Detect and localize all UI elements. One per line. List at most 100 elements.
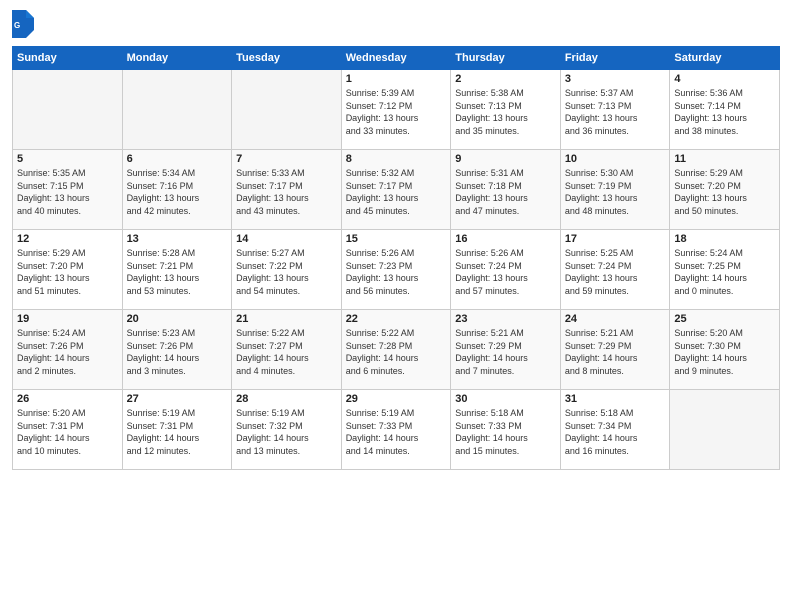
calendar-cell: 20 Sunrise: 5:23 AM Sunset: 7:26 PM Dayli… [122,310,232,390]
day-info: Sunrise: 5:19 AM Sunset: 7:33 PM Dayligh… [346,407,447,457]
calendar-cell: 30Sunrise: 5:18 AM Sunset: 7:33 PM Dayli… [451,390,561,470]
calendar-cell: 18 Sunrise: 5:24 AM Sunset: 7:25 PM Dayli… [670,230,780,310]
day-info: Sunrise: 5:33 AM Sunset: 7:17 PM Dayligh… [236,167,337,217]
day-info: Sunrise: 5:35 AM Sunset: 7:15 PM Dayligh… [17,167,118,217]
calendar-cell: 3 Sunrise: 5:37 AM Sunset: 7:13 PM Daylig… [560,70,670,150]
calendar-cell: 29 Sunrise: 5:19 AM Sunset: 7:33 PM Dayli… [341,390,451,470]
day-info: Sunrise: 5:31 AM Sunset: 7:18 PM Dayligh… [455,167,556,217]
day-info: Sunrise: 5:36 AM Sunset: 7:14 PM Dayligh… [674,87,775,137]
day-info: Sunrise: 5:27 AM Sunset: 7:22 PM Dayligh… [236,247,337,297]
calendar-cell [122,70,232,150]
weekday-header-monday: Monday [122,47,232,70]
day-number: 28 [236,393,337,405]
day-number: 14 [236,233,337,245]
day-number: 11 [674,153,775,165]
calendar-cell [232,70,342,150]
day-info: Sunrise: 5:22 AM Sunset: 7:28 PM Dayligh… [346,327,447,377]
calendar-cell: 10 Sunrise: 5:30 AM Sunset: 7:19 PM Dayli… [560,150,670,230]
day-number: 24 [565,313,666,325]
day-number: 18 [674,233,775,245]
day-info: Sunrise: 5:39 AM Sunset: 7:12 PM Dayligh… [346,87,447,137]
day-number: 7 [236,153,337,165]
logo: G [12,10,34,38]
calendar-cell: 12 Sunrise: 5:29 AM Sunset: 7:20 PM Dayli… [13,230,123,310]
day-number: 12 [17,233,118,245]
day-info: Sunrise: 5:24 AM Sunset: 7:25 PM Dayligh… [674,247,775,297]
calendar-cell: 27 Sunrise: 5:19 AM Sunset: 7:31 PM Dayli… [122,390,232,470]
calendar-cell: 6 Sunrise: 5:34 AM Sunset: 7:16 PM Daylig… [122,150,232,230]
calendar-cell: 1 Sunrise: 5:39 AM Sunset: 7:12 PM Daylig… [341,70,451,150]
calendar-cell: 5 Sunrise: 5:35 AM Sunset: 7:15 PM Daylig… [13,150,123,230]
day-info: Sunrise: 5:22 AM Sunset: 7:27 PM Dayligh… [236,327,337,377]
day-info: Sunrise: 5:37 AM Sunset: 7:13 PM Dayligh… [565,87,666,137]
day-number: 15 [346,233,447,245]
day-info: Sunrise: 5:19 AM Sunset: 7:31 PM Dayligh… [127,407,228,457]
calendar-cell: 7 Sunrise: 5:33 AM Sunset: 7:17 PM Daylig… [232,150,342,230]
calendar-cell: 2 Sunrise: 5:38 AM Sunset: 7:13 PM Daylig… [451,70,561,150]
day-number: 16 [455,233,556,245]
day-info: Sunrise: 5:23 AM Sunset: 7:26 PM Dayligh… [127,327,228,377]
page: G SundayMondayTuesdayWednesdayThursdayFr… [0,0,792,612]
weekday-header-wednesday: Wednesday [341,47,451,70]
day-info: Sunrise: 5:20 AM Sunset: 7:31 PM Dayligh… [17,407,118,457]
header: G [12,10,780,38]
calendar-cell: 21Sunrise: 5:22 AM Sunset: 7:27 PM Dayli… [232,310,342,390]
day-number: 5 [17,153,118,165]
day-info: Sunrise: 5:32 AM Sunset: 7:17 PM Dayligh… [346,167,447,217]
weekday-header-saturday: Saturday [670,47,780,70]
calendar-cell: 22 Sunrise: 5:22 AM Sunset: 7:28 PM Dayli… [341,310,451,390]
day-number: 17 [565,233,666,245]
calendar: SundayMondayTuesdayWednesdayThursdayFrid… [12,46,780,470]
day-info: Sunrise: 5:25 AM Sunset: 7:24 PM Dayligh… [565,247,666,297]
day-number: 25 [674,313,775,325]
day-info: Sunrise: 5:21 AM Sunset: 7:29 PM Dayligh… [565,327,666,377]
day-number: 13 [127,233,228,245]
calendar-cell: 23 Sunrise: 5:21 AM Sunset: 7:29 PM Dayli… [451,310,561,390]
day-number: 23 [455,313,556,325]
day-info: Sunrise: 5:26 AM Sunset: 7:23 PM Dayligh… [346,247,447,297]
logo-icon: G [12,10,34,38]
day-info: Sunrise: 5:29 AM Sunset: 7:20 PM Dayligh… [17,247,118,297]
day-number: 29 [346,393,447,405]
calendar-cell: 24 Sunrise: 5:21 AM Sunset: 7:29 PM Dayli… [560,310,670,390]
week-row-2: 5 Sunrise: 5:35 AM Sunset: 7:15 PM Daylig… [13,150,780,230]
day-info: Sunrise: 5:24 AM Sunset: 7:26 PM Dayligh… [17,327,118,377]
svg-text:G: G [14,21,20,30]
day-info: Sunrise: 5:30 AM Sunset: 7:19 PM Dayligh… [565,167,666,217]
day-number: 22 [346,313,447,325]
day-number: 30 [455,393,556,405]
day-number: 4 [674,73,775,85]
day-info: Sunrise: 5:19 AM Sunset: 7:32 PM Dayligh… [236,407,337,457]
day-number: 3 [565,73,666,85]
calendar-cell: 17 Sunrise: 5:25 AM Sunset: 7:24 PM Dayli… [560,230,670,310]
weekday-header-sunday: Sunday [13,47,123,70]
day-info: Sunrise: 5:38 AM Sunset: 7:13 PM Dayligh… [455,87,556,137]
day-info: Sunrise: 5:20 AM Sunset: 7:30 PM Dayligh… [674,327,775,377]
day-info: Sunrise: 5:34 AM Sunset: 7:16 PM Dayligh… [127,167,228,217]
calendar-cell: 11Sunrise: 5:29 AM Sunset: 7:20 PM Dayli… [670,150,780,230]
day-number: 20 [127,313,228,325]
calendar-cell: 16 Sunrise: 5:26 AM Sunset: 7:24 PM Dayli… [451,230,561,310]
day-info: Sunrise: 5:28 AM Sunset: 7:21 PM Dayligh… [127,247,228,297]
day-number: 9 [455,153,556,165]
calendar-cell: 8Sunrise: 5:32 AM Sunset: 7:17 PM Daylig… [341,150,451,230]
weekday-header-row: SundayMondayTuesdayWednesdayThursdayFrid… [13,47,780,70]
calendar-cell: 13 Sunrise: 5:28 AM Sunset: 7:21 PM Dayli… [122,230,232,310]
calendar-cell: 4 Sunrise: 5:36 AM Sunset: 7:14 PM Daylig… [670,70,780,150]
calendar-cell: 15 Sunrise: 5:26 AM Sunset: 7:23 PM Dayli… [341,230,451,310]
calendar-cell: 28 Sunrise: 5:19 AM Sunset: 7:32 PM Dayli… [232,390,342,470]
day-number: 19 [17,313,118,325]
calendar-cell: 25 Sunrise: 5:20 AM Sunset: 7:30 PM Dayli… [670,310,780,390]
day-number: 26 [17,393,118,405]
day-number: 10 [565,153,666,165]
day-number: 2 [455,73,556,85]
day-number: 27 [127,393,228,405]
calendar-cell: 14 Sunrise: 5:27 AM Sunset: 7:22 PM Dayli… [232,230,342,310]
calendar-cell [13,70,123,150]
day-info: Sunrise: 5:26 AM Sunset: 7:24 PM Dayligh… [455,247,556,297]
calendar-cell: 26 Sunrise: 5:20 AM Sunset: 7:31 PM Dayli… [13,390,123,470]
day-info: Sunrise: 5:21 AM Sunset: 7:29 PM Dayligh… [455,327,556,377]
day-info: Sunrise: 5:18 AM Sunset: 7:34 PM Dayligh… [565,407,666,457]
day-number: 1 [346,73,447,85]
day-number: 6 [127,153,228,165]
